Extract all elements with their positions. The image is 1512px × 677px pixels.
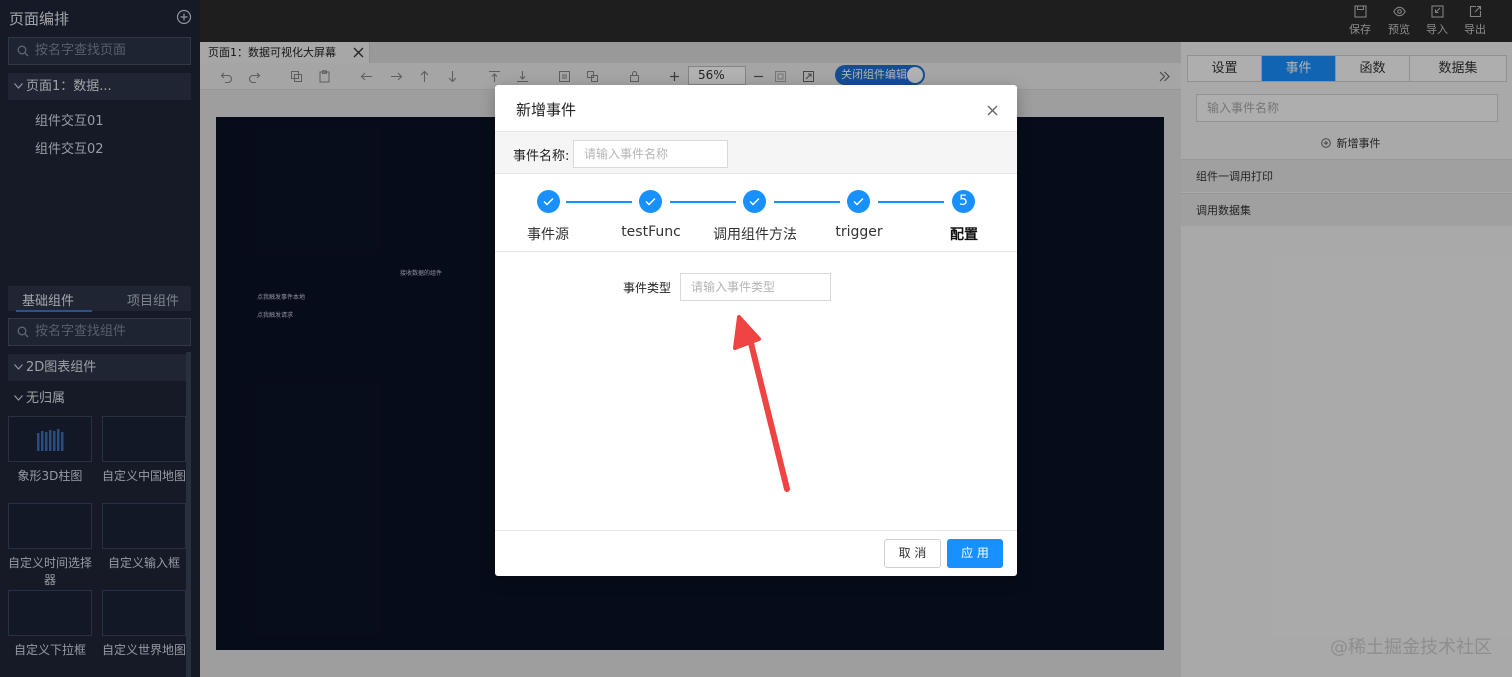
watermark: @稀土掘金技术社区 (1330, 637, 1492, 658)
add-event-dialog: 新增事件 事件名称: 请输入事件名称 5 事件源 testFunc 调用组件方法… (495, 85, 1017, 576)
apply-button[interactable]: 应 用 (947, 539, 1003, 568)
annotation-arrow-icon (733, 315, 790, 492)
divider (495, 530, 1017, 531)
cancel-button[interactable]: 取 消 (884, 539, 941, 568)
